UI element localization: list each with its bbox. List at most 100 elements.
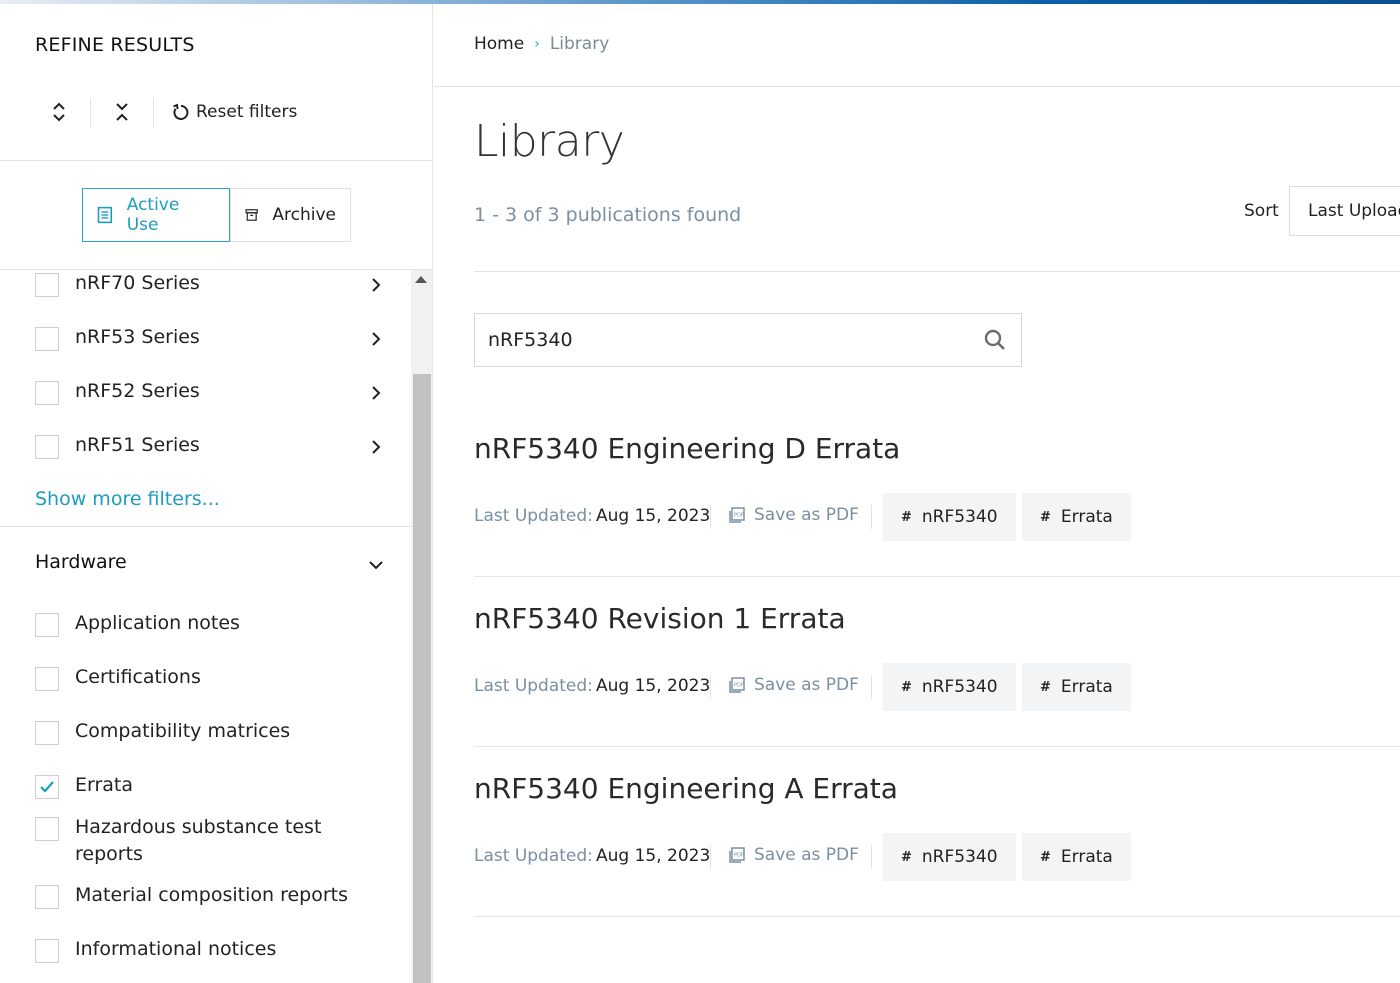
tag-label: Errata [1060,507,1113,527]
checkbox[interactable] [35,885,59,909]
result-meta: Last Updated: Aug 15, 2023 PDF Save as P… [474,663,1400,711]
filter-label: Application notes [75,612,240,634]
sort-label: Sort [1244,201,1279,221]
filter-controls: Reset filters [0,92,432,132]
document-icon [97,206,113,224]
hardware-section-title[interactable]: Hardware [35,551,127,573]
meta-divider [871,505,872,529]
checkbox[interactable] [35,613,59,637]
filter-label: Errata [75,774,134,796]
pdf-icon: PDF [729,507,745,523]
hash-icon: # [901,509,912,525]
header-divider [434,86,1400,87]
last-updated-label: Last Updated: [474,506,593,526]
chevron-right-icon[interactable] [368,331,384,347]
active-use-toggle[interactable]: Active Use [82,188,230,242]
meta-divider [710,675,711,699]
checkbox[interactable] [35,327,59,351]
hash-icon: # [1040,679,1051,695]
chevron-down-icon[interactable] [368,557,384,573]
show-more-filters-link[interactable]: Show more filters... [35,488,220,510]
tag-chip[interactable]: # nRF5340 [883,663,1016,711]
checkbox-checked[interactable] [35,775,59,799]
last-updated-label: Last Updated: [474,676,593,696]
library-main: Home › Library Library 1 - 3 of 3 public… [434,4,1400,983]
filter-label: nRF51 Series [75,434,200,456]
save-as-pdf-button[interactable]: PDF Save as PDF [728,505,859,525]
tag-chip[interactable]: # nRF5340 [883,833,1016,881]
filter-label: nRF52 Series [75,380,200,402]
active-use-label: Active Use [126,195,180,235]
collapse-all-button[interactable] [102,92,142,132]
pdf-icon: PDF [729,677,745,693]
save-as-pdf-label: Save as PDF [754,505,859,525]
breadcrumb-current: Library [549,34,610,54]
save-as-pdf-button[interactable]: PDF Save as PDF [728,845,859,865]
content-divider [474,271,1400,272]
page-title: Library [474,116,625,167]
save-as-pdf-button[interactable]: PDF Save as PDF [728,675,859,695]
checkbox[interactable] [35,381,59,405]
tag-chip[interactable]: # Errata [1022,833,1131,881]
expand-all-button[interactable] [39,92,79,132]
checkbox[interactable] [35,435,59,459]
checkmark-icon [40,781,54,793]
chevron-right-icon[interactable] [368,439,384,455]
expand-icon [53,102,65,122]
sidebar-divider [0,160,432,161]
hash-icon: # [1040,509,1051,525]
breadcrumb-separator-icon: › [534,36,540,52]
chevron-right-icon[interactable] [368,385,384,401]
tag-label: Errata [1060,677,1113,697]
control-divider [90,98,91,128]
result-title-link[interactable]: nRF5340 Engineering A Errata [474,772,898,805]
filter-label: Certifications [75,666,201,688]
archive-toggle[interactable]: Archive [230,188,351,242]
tag-chip[interactable]: # nRF5340 [883,493,1016,541]
reset-filters-button[interactable]: Reset filters [172,92,297,132]
breadcrumb: Home › Library [474,34,609,54]
tag-chip[interactable]: # Errata [1022,493,1131,541]
filter-list: nRF70 Series nRF53 Series nRF52 Series n… [0,270,411,983]
control-divider [153,98,154,128]
breadcrumb-home-link[interactable]: Home [474,34,524,54]
result-meta: Last Updated: Aug 15, 2023 PDF Save as P… [474,833,1400,881]
search-icon[interactable] [983,328,1007,352]
hash-icon: # [901,849,912,865]
meta-divider [710,845,711,869]
scroll-up-arrow[interactable] [415,276,427,283]
refine-sidebar: REFINE RESULTS Reset filters Active Use … [0,4,433,983]
collapse-icon [116,103,128,121]
result-title-link[interactable]: nRF5340 Engineering D Errata [474,432,900,465]
hash-icon: # [901,679,912,695]
filter-label: Compatibility matrices [75,720,291,742]
meta-divider [710,505,711,529]
checkbox[interactable] [35,273,59,297]
tag-label: nRF5340 [921,677,998,697]
sort-select[interactable]: Last Uploaded [1289,186,1400,236]
search-input[interactable] [475,314,965,366]
result-divider [474,576,1400,577]
checkbox[interactable] [35,939,59,963]
checkbox[interactable] [35,817,59,841]
chevron-right-icon[interactable] [368,277,384,293]
checkbox[interactable] [35,667,59,691]
checkbox[interactable] [35,721,59,745]
sidebar-divider [0,526,411,527]
sidebar-scrollbar[interactable] [411,270,432,983]
last-updated-date: Aug 15, 2023 [596,846,711,866]
scroll-thumb[interactable] [413,374,431,983]
meta-divider [871,675,872,699]
reset-icon [173,103,189,120]
result-title-link[interactable]: nRF5340 Revision 1 Errata [474,602,846,635]
result-divider [474,916,1400,917]
save-as-pdf-label: Save as PDF [754,845,859,865]
archive-label: Archive [272,205,336,225]
last-updated-date: Aug 15, 2023 [596,506,711,526]
filter-label: nRF53 Series [75,326,200,348]
save-as-pdf-label: Save as PDF [754,675,859,695]
search-box [474,313,1022,367]
filter-label: Informational notices [75,938,277,960]
tag-chip[interactable]: # Errata [1022,663,1131,711]
tag-label: Errata [1060,847,1113,867]
